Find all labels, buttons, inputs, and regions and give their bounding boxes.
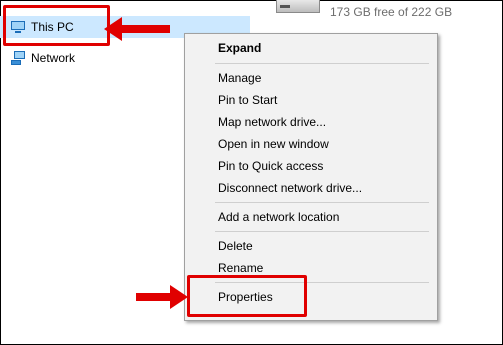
menu-separator: [215, 63, 429, 64]
menu-item-pin-to-start[interactable]: Pin to Start: [186, 90, 437, 110]
menu-item-delete[interactable]: Delete: [186, 236, 437, 256]
menu-item-pin-quick-access[interactable]: Pin to Quick access: [186, 156, 437, 176]
highlight-box-properties: [187, 275, 307, 317]
left-arrow-icon: [104, 17, 170, 41]
highlight-box-this-pc: [3, 5, 110, 46]
right-arrow-icon: [136, 285, 188, 309]
menu-item-expand[interactable]: Expand: [186, 38, 437, 58]
menu-separator: [215, 202, 429, 203]
menu-item-map-network-drive[interactable]: Map network drive...: [186, 112, 437, 132]
menu-separator: [215, 231, 429, 232]
drive-free-space: 173 GB free of 222 GB: [330, 5, 453, 19]
menu-item-open-new-window[interactable]: Open in new window: [186, 134, 437, 154]
menu-item-add-network-location[interactable]: Add a network location: [186, 207, 437, 227]
menu-item-manage[interactable]: Manage: [186, 68, 437, 88]
network-icon: [10, 50, 26, 66]
drive-icon: [276, 0, 320, 14]
nav-item-label: Network: [31, 51, 76, 65]
menu-item-disconnect-network-drive[interactable]: Disconnect network drive...: [186, 178, 437, 198]
